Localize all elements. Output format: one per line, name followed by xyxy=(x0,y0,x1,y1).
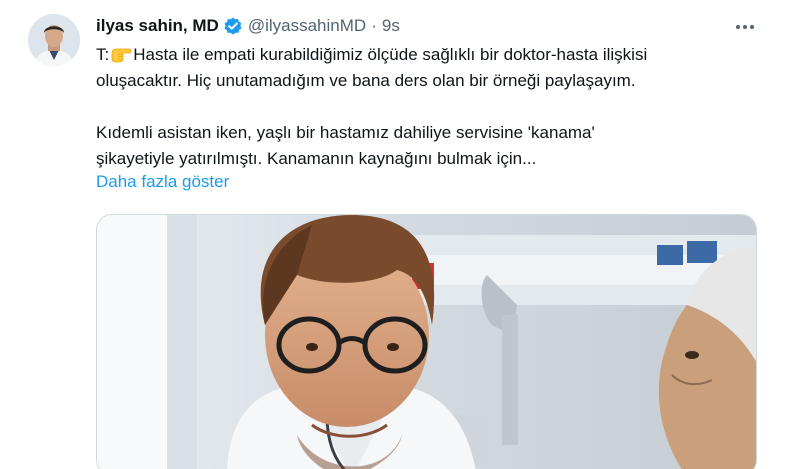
pointing-right-emoji-icon xyxy=(110,45,132,63)
more-dot xyxy=(750,25,754,29)
timestamp[interactable]: 9s xyxy=(382,16,400,36)
show-more-link[interactable]: Daha fazla göster xyxy=(96,172,229,192)
more-dot xyxy=(743,25,747,29)
more-dot xyxy=(736,25,740,29)
author-name[interactable]: ilyas sahin, MD xyxy=(96,16,219,36)
tweet-text-line-4: şikayetiyle yatırılmıştı. Kanamanın kayn… xyxy=(96,149,537,168)
tweet-text: T: Hasta ile empati kurabildiğimiz ölçüde… xyxy=(96,42,746,172)
author-handle[interactable]: @ilyassahinMD xyxy=(248,16,366,36)
text-prefix: T: xyxy=(96,45,110,64)
more-options-icon[interactable] xyxy=(734,18,756,36)
tweet-text-line-1-body: Hasta ile empati kurabildiğimiz ölçüde s… xyxy=(133,45,648,64)
tweet-text-line-1: T: Hasta ile empati kurabildiğimiz ölçüde… xyxy=(96,42,746,68)
tweet-card[interactable]: ilyas sahin, MD @ilyassahinMD · 9s T: Has… xyxy=(0,0,800,469)
tweet-media-image[interactable] xyxy=(96,214,757,469)
separator-dot: · xyxy=(371,16,377,35)
verified-badge-icon xyxy=(223,16,243,36)
author-avatar[interactable] xyxy=(28,14,80,66)
tweet-text-line-3: Kıdemli asistan iken, yaşlı bir hastamız… xyxy=(96,123,595,142)
tweet-text-line-2: oluşacaktır. Hiç unutamadığım ve bana de… xyxy=(96,71,636,90)
tweet-header: ilyas sahin, MD @ilyassahinMD · 9s xyxy=(96,14,400,38)
